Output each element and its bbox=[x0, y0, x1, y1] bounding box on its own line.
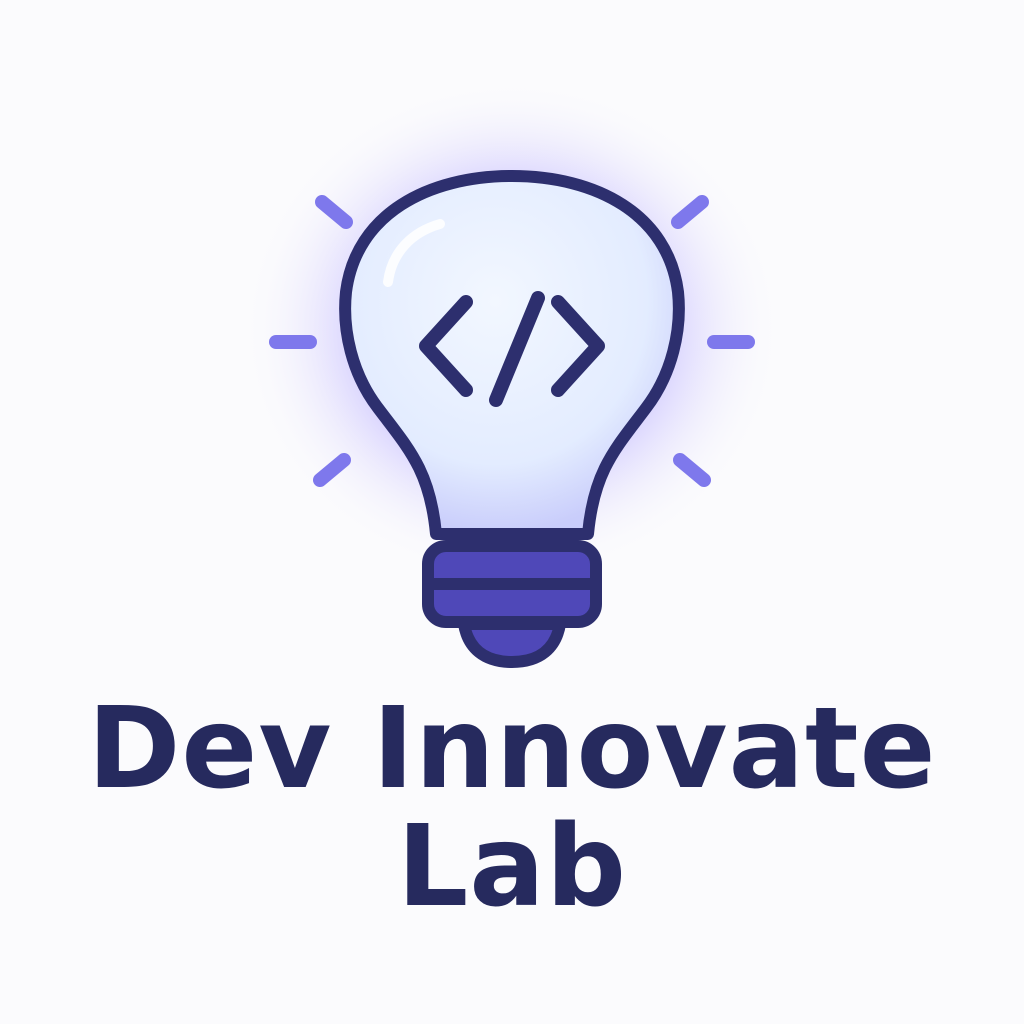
brand-name-line-1: Dev Innovate bbox=[87, 684, 937, 814]
lightbulb-code-icon bbox=[242, 80, 782, 668]
logo-canvas: Dev Innovate Lab bbox=[0, 0, 1024, 1024]
bulb-base bbox=[422, 540, 602, 668]
brand-name: Dev Innovate Lab bbox=[0, 690, 1024, 926]
brand-name-line-2: Lab bbox=[396, 802, 628, 932]
